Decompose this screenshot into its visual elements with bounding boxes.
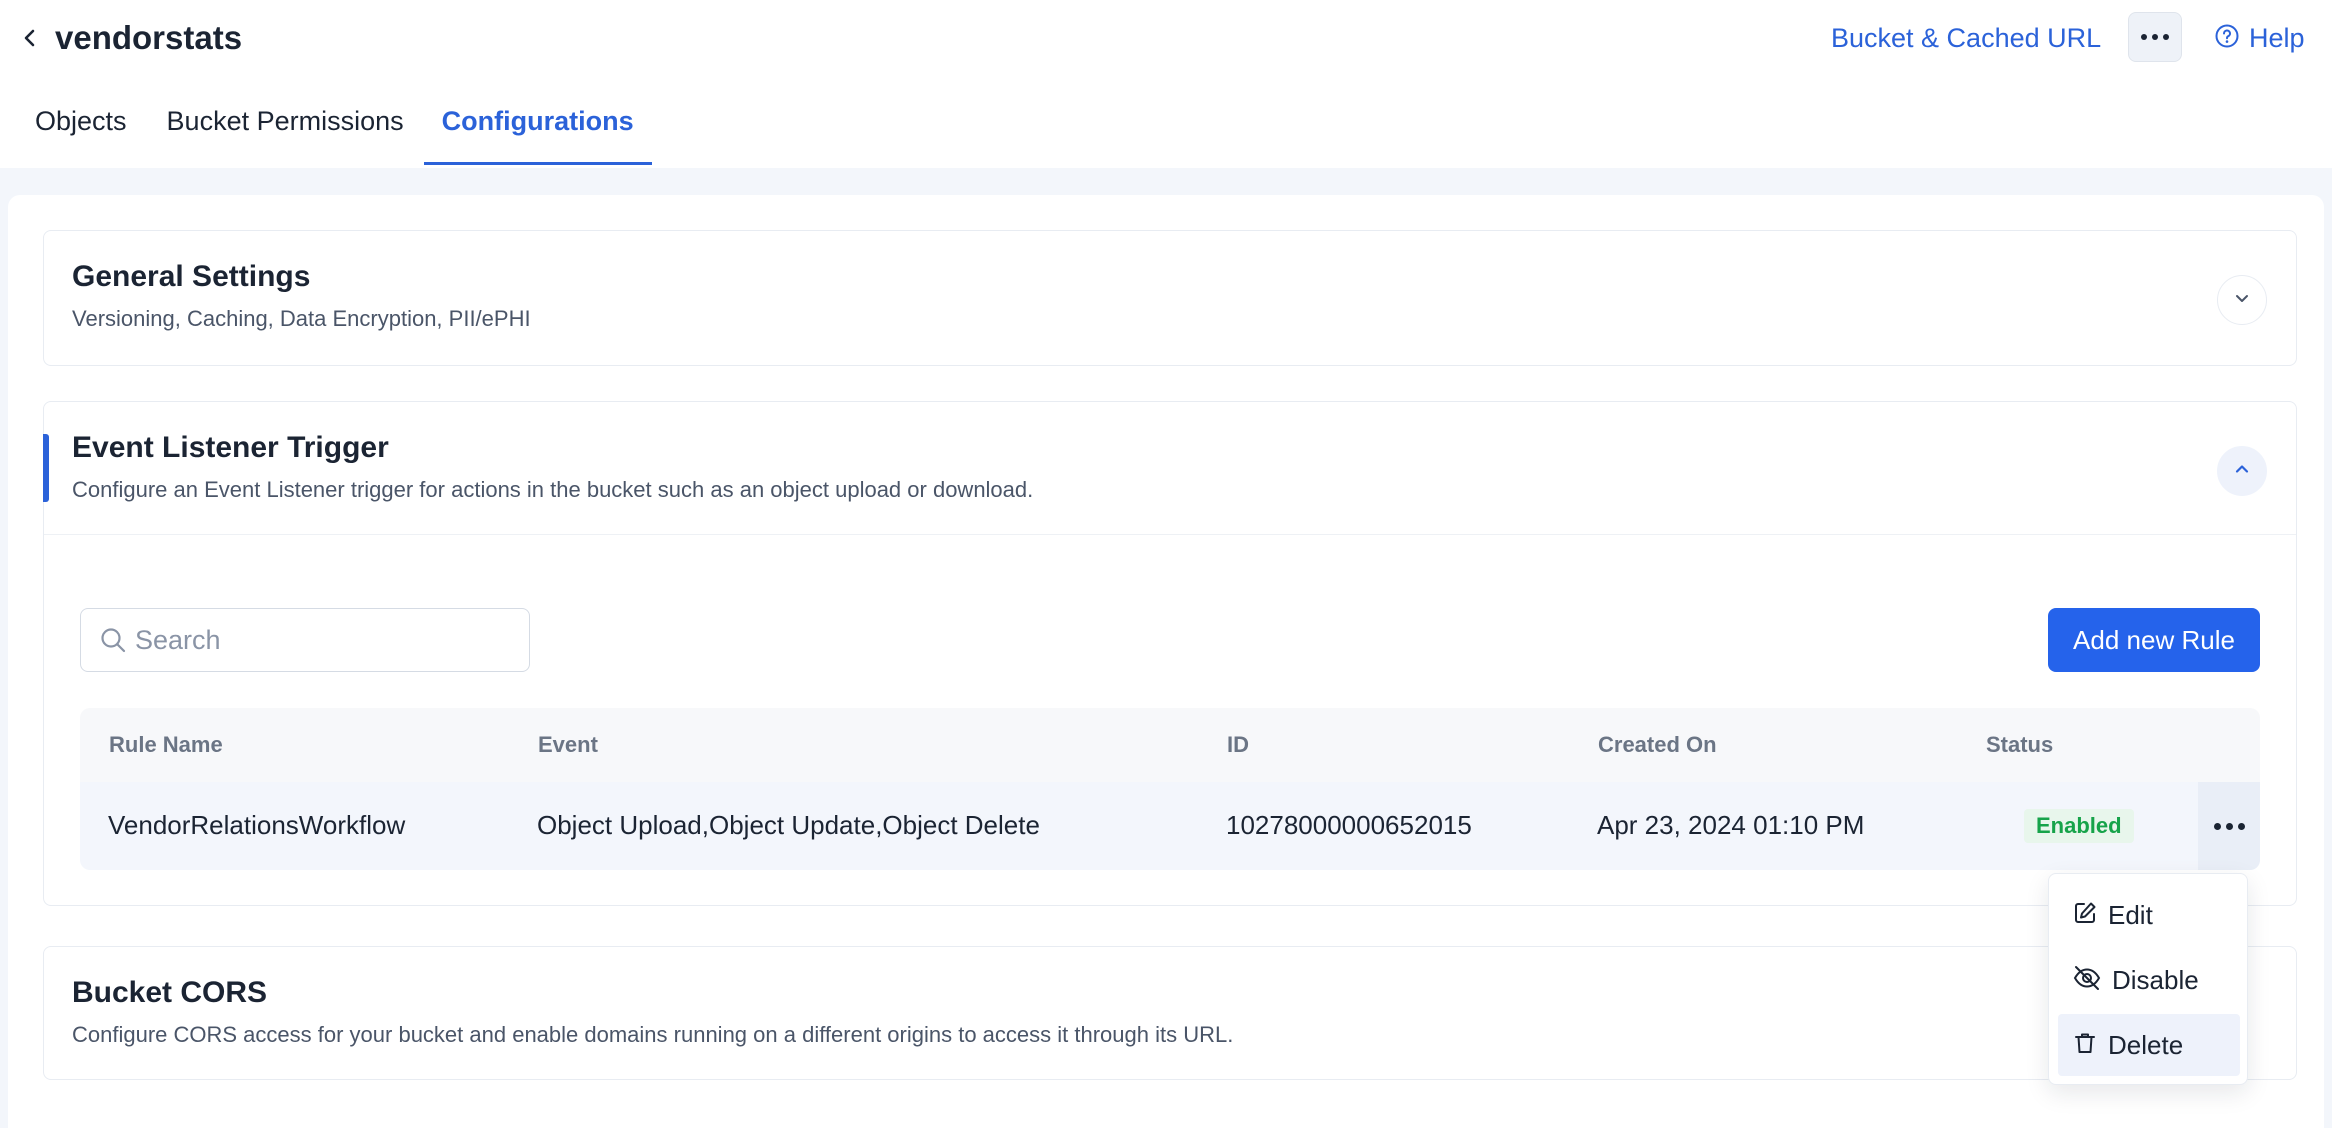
status-badge: Enabled (2024, 809, 2134, 843)
event-listener-card: Event Listener Trigger Configure an Even… (43, 401, 2297, 906)
back-chevron-icon[interactable] (14, 22, 46, 54)
menu-label-edit: Edit (2108, 899, 2153, 930)
rules-table-header: Rule Name Event ID Created On Status (80, 708, 2260, 782)
bucket-cors-subtitle: Configure CORS access for your bucket an… (72, 1022, 1234, 1047)
rule-search-box (80, 608, 530, 672)
column-header-event: Event (538, 732, 598, 757)
tab-bucket-permissions[interactable]: Bucket Permissions (147, 98, 424, 168)
general-settings-subtitle: Versioning, Caching, Data Encryption, PI… (72, 306, 531, 331)
row-actions-menu: Edit Disable Delete (2048, 873, 2248, 1085)
dot-icon (2141, 34, 2147, 40)
rule-name-cell: VendorRelationsWorkflow (108, 810, 406, 840)
column-header-id: ID (1227, 732, 1249, 757)
general-settings-title: General Settings (72, 260, 311, 293)
event-listener-collapse-button[interactable] (2217, 446, 2267, 496)
event-listener-title: Event Listener Trigger (72, 431, 389, 464)
question-circle-icon (2214, 23, 2240, 54)
general-settings-expand-button[interactable] (2217, 275, 2267, 325)
header-more-button[interactable] (2128, 12, 2182, 62)
bucket-title: vendorstats (55, 19, 243, 56)
edit-icon (2072, 900, 2098, 931)
tab-objects[interactable]: Objects (0, 98, 147, 168)
search-icon (99, 626, 127, 659)
dot-icon (2237, 822, 2245, 830)
tab-configurations[interactable]: Configurations (423, 98, 652, 168)
bucket-cors-card[interactable]: Bucket CORS Configure CORS access for yo… (43, 946, 2297, 1080)
add-new-rule-button[interactable]: Add new Rule (2048, 608, 2260, 672)
dot-icon (2152, 34, 2158, 40)
help-link[interactable]: Help (2214, 20, 2305, 56)
trash-icon (2072, 1030, 2098, 1061)
configurations-panel: General Settings Versioning, Caching, Da… (8, 195, 2324, 1128)
tab-bar: Objects Bucket Permissions Configuration… (0, 98, 652, 168)
help-label: Help (2249, 23, 2305, 53)
top-header: vendorstats Bucket & Cached URL Help Obj… (0, 0, 2332, 168)
general-settings-card[interactable]: General Settings Versioning, Caching, Da… (43, 230, 2297, 366)
dot-icon (2225, 822, 2233, 830)
active-section-indicator (43, 434, 49, 502)
column-header-created-on: Created On (1598, 732, 1717, 757)
rule-search-input[interactable] (135, 609, 515, 671)
event-listener-subtitle: Configure an Event Listener trigger for … (72, 477, 1034, 502)
dot-icon (2163, 34, 2169, 40)
bucket-cached-url-link[interactable]: Bucket & Cached URL (1831, 20, 2101, 56)
created-on-cell: Apr 23, 2024 01:10 PM (1597, 810, 1865, 840)
column-header-rule-name: Rule Name (109, 732, 223, 757)
chevron-down-icon (2232, 288, 2252, 313)
chevron-up-icon (2232, 459, 2252, 484)
bucket-cors-title: Bucket CORS (72, 976, 268, 1009)
table-row[interactable]: VendorRelationsWorkflow Object Upload,Ob… (80, 782, 2260, 870)
row-actions-button[interactable] (2198, 782, 2260, 870)
menu-item-edit[interactable]: Edit (2058, 884, 2240, 946)
menu-item-delete[interactable]: Delete (2058, 1014, 2240, 1076)
column-header-status: Status (1986, 732, 2054, 757)
dot-icon (2213, 822, 2221, 830)
menu-label-disable: Disable (2112, 964, 2199, 995)
id-cell: 10278000000652015 (1226, 810, 1472, 840)
menu-label-delete: Delete (2108, 1029, 2184, 1060)
eye-off-icon (2072, 965, 2102, 996)
event-cell: Object Upload,Object Update,Object Delet… (537, 810, 1040, 840)
section-divider (44, 534, 2296, 535)
menu-item-disable[interactable]: Disable (2058, 949, 2240, 1011)
